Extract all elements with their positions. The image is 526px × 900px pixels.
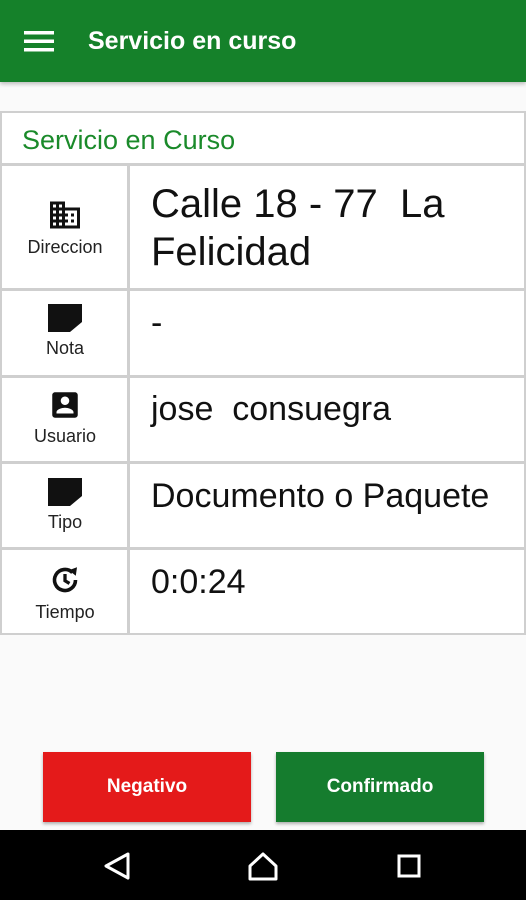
usuario-label-cell: Usuario xyxy=(2,388,128,447)
account-box-icon xyxy=(52,392,78,418)
note-icon xyxy=(48,304,82,332)
app-bar: Servicio en curso xyxy=(0,0,526,82)
tiempo-label: Tiempo xyxy=(35,602,95,622)
nota-value: - xyxy=(151,304,163,342)
tiempo-value: 0:0:24 xyxy=(151,563,246,601)
tipo-label-cell: Tipo xyxy=(2,476,128,533)
page-title: Servicio en curso xyxy=(88,26,297,55)
tiempo-label-cell: Tiempo xyxy=(2,562,128,623)
confirmado-button[interactable]: Confirmado xyxy=(276,752,484,822)
direccion-value-line1: Calle 18 - 77 La xyxy=(151,182,445,226)
direccion-value: Calle 18 - 77 La Felicidad xyxy=(151,180,445,276)
menu-icon xyxy=(24,31,54,52)
recents-square-icon[interactable] xyxy=(393,850,425,882)
card-title: Servicio en Curso xyxy=(22,125,236,155)
tipo-label: Tipo xyxy=(47,512,83,532)
menu-button[interactable] xyxy=(24,26,64,56)
back-triangle-icon[interactable] xyxy=(101,850,133,882)
direccion-label: Direccion xyxy=(27,237,103,257)
usuario-value: jose consuegra xyxy=(151,390,392,428)
tipo-value: Documento o Paquete xyxy=(151,477,490,515)
action-buttons: Negativo Confirmado xyxy=(0,752,526,822)
direccion-label-cell: Direccion xyxy=(2,197,128,258)
system-nav-bar xyxy=(0,830,526,900)
nota-label: Nota xyxy=(45,338,85,358)
direccion-value-line2: Felicidad xyxy=(151,230,312,274)
negativo-button[interactable]: Negativo xyxy=(43,752,251,822)
home-icon[interactable] xyxy=(247,850,279,882)
nota-label-cell: Nota xyxy=(2,302,128,359)
building-icon xyxy=(50,201,80,229)
note-icon xyxy=(48,478,82,506)
timer-icon xyxy=(52,567,78,593)
usuario-label: Usuario xyxy=(33,426,97,446)
